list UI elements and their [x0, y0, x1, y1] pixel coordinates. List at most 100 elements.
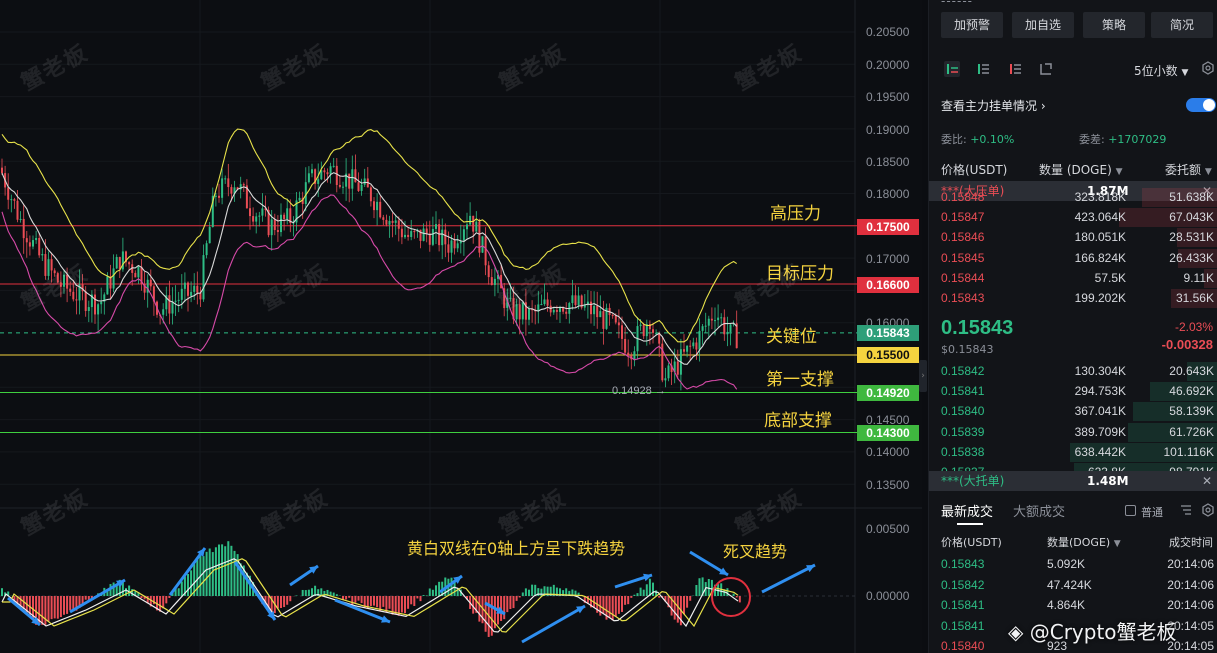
asks-only-icon[interactable] — [1007, 60, 1025, 78]
trade-qty: 47.424K — [1047, 577, 1092, 592]
depth-icon[interactable] — [1037, 60, 1055, 78]
candle-body — [317, 179, 320, 184]
macd-histogram-bar — [205, 551, 208, 596]
chevron-right-icon[interactable]: › — [919, 360, 927, 392]
main-orders-link[interactable]: 查看主力挂单情况 › — [941, 97, 1046, 114]
macd-histogram-bar — [506, 596, 509, 613]
annotation-arrow — [521, 604, 586, 644]
gear-icon[interactable] — [1201, 61, 1215, 75]
macd-histogram-bar — [627, 596, 630, 605]
bid-row[interactable]: 0.15838 638.442K 101.116K — [929, 442, 1217, 463]
candle-body — [357, 182, 360, 191]
bid-row[interactable]: 0.15842 130.304K 20.643K — [929, 361, 1217, 382]
ask-row[interactable]: 0.15846 180.051K 28.531K — [929, 227, 1217, 248]
candle-body — [7, 187, 10, 200]
candle-body — [50, 259, 53, 271]
bid-qty: 389.709K — [1074, 424, 1126, 439]
ask-total: 28.531K — [1169, 230, 1214, 245]
candle-body — [242, 184, 245, 186]
macd-histogram-bar — [521, 592, 524, 596]
tab-latest-trades[interactable]: 最新成交 — [941, 501, 993, 520]
ask-row[interactable]: 0.15845 166.824K 26.433K — [929, 248, 1217, 269]
candle-body — [404, 234, 406, 238]
candle-body — [205, 243, 208, 256]
candle-body — [19, 218, 22, 220]
macd-histogram-bar — [382, 596, 385, 607]
macd-histogram-bar — [512, 596, 515, 609]
ask-row[interactable]: 0.15843 199.202K 31.56K — [929, 288, 1217, 309]
candle-body — [543, 299, 546, 305]
price-axis-tick: 0.18000 — [866, 187, 910, 201]
candle-body — [149, 279, 152, 287]
candle-body — [413, 231, 416, 233]
ask-price: 0.15846 — [941, 230, 985, 245]
macd-histogram-bar — [484, 596, 487, 632]
add-alert-button[interactable]: 加预警 — [941, 12, 1003, 38]
macd-histogram-bar — [428, 588, 431, 596]
trade-col-time: 成交时间 — [1169, 536, 1213, 549]
macd-histogram-bar — [332, 592, 335, 596]
candle-body — [410, 231, 413, 237]
candle-body — [137, 266, 140, 278]
candle-body — [394, 220, 397, 223]
macd-histogram-bar — [419, 596, 422, 602]
candle-body — [252, 216, 255, 222]
macd-histogram-bar — [379, 596, 382, 611]
candle-body — [664, 378, 667, 381]
add-favorite-button[interactable]: 加自选 — [1012, 12, 1074, 38]
candlestick-chart[interactable]: 0.20500 0.20000 0.19500 0.19000 0.18500 … — [0, 0, 922, 653]
candle-body — [69, 288, 72, 292]
candle-body — [444, 229, 447, 245]
order-book-panel: ------ 加预警 加自选 策略 简况 5位小数 ▼ 查看主力挂单情况 › 委… — [928, 0, 1217, 653]
macd-histogram-bar — [214, 547, 217, 596]
candle-body — [323, 170, 326, 173]
candle-body — [87, 307, 90, 311]
bid-row[interactable]: 0.15841 294.753K 46.692K — [929, 381, 1217, 402]
macd-histogram-bar — [227, 541, 230, 596]
precision-select[interactable]: 5位小数 ▼ — [1134, 62, 1188, 79]
candle-body — [469, 215, 472, 225]
trade-col-qty[interactable]: 数量(DOGE) ▼ — [1047, 534, 1121, 550]
bid-row[interactable]: 0.15839 389.709K 61.726K — [929, 422, 1217, 443]
price-axis-tick: 0.20500 — [866, 25, 910, 39]
both-side-icon[interactable] — [943, 60, 961, 78]
candle-body — [714, 320, 716, 322]
tab-large-trades[interactable]: 大额成交 — [1013, 501, 1065, 520]
bid-row[interactable]: 0.15840 367.041K 58.139K — [929, 401, 1217, 422]
candle-body — [199, 292, 202, 300]
candle-body — [261, 208, 264, 216]
candle-body — [652, 329, 654, 333]
col-qty-header[interactable]: 数量 (DOGE) ▼ — [1039, 161, 1123, 178]
candle-body — [487, 265, 490, 278]
close-icon[interactable]: ✕ — [1202, 471, 1212, 491]
trade-row: 0.15841 4.864K 20:14:06 — [929, 595, 1217, 616]
candle-body — [351, 169, 354, 189]
overview-button[interactable]: 简况 — [1151, 12, 1213, 38]
candle-body — [453, 240, 456, 249]
macd-histogram-bar — [84, 596, 87, 600]
candle-body — [94, 294, 96, 315]
bids-only-icon[interactable] — [975, 60, 993, 78]
gear-icon[interactable] — [1201, 503, 1215, 517]
candle-body — [710, 318, 713, 321]
candle-body — [435, 224, 437, 229]
main-orders-toggle[interactable] — [1186, 98, 1216, 112]
macd-histogram-bar — [211, 552, 214, 596]
strategy-button[interactable]: 策略 — [1083, 12, 1145, 38]
ask-row[interactable]: 0.15844 57.5K 9.11K — [929, 268, 1217, 289]
ask-row[interactable]: 0.15848 323.818K 51.638K — [929, 187, 1217, 208]
bid-total: 20.643K — [1169, 364, 1214, 378]
candle-body — [462, 229, 465, 241]
candle-body — [574, 295, 577, 306]
candle-body — [689, 345, 692, 347]
col-total-header[interactable]: 委托额 ▼ — [1165, 161, 1212, 178]
filter-icon[interactable] — [1179, 503, 1193, 517]
candle-body — [407, 234, 410, 237]
macd-histogram-bar — [283, 596, 286, 608]
level-price-tag: 0.15843 — [857, 325, 919, 341]
candle-body — [723, 317, 726, 335]
trade-price: 0.15843 — [941, 557, 985, 571]
normal-checkbox[interactable] — [1125, 505, 1136, 516]
candle-body — [348, 173, 351, 189]
ask-row[interactable]: 0.15847 423.064K 67.043K — [929, 207, 1217, 228]
